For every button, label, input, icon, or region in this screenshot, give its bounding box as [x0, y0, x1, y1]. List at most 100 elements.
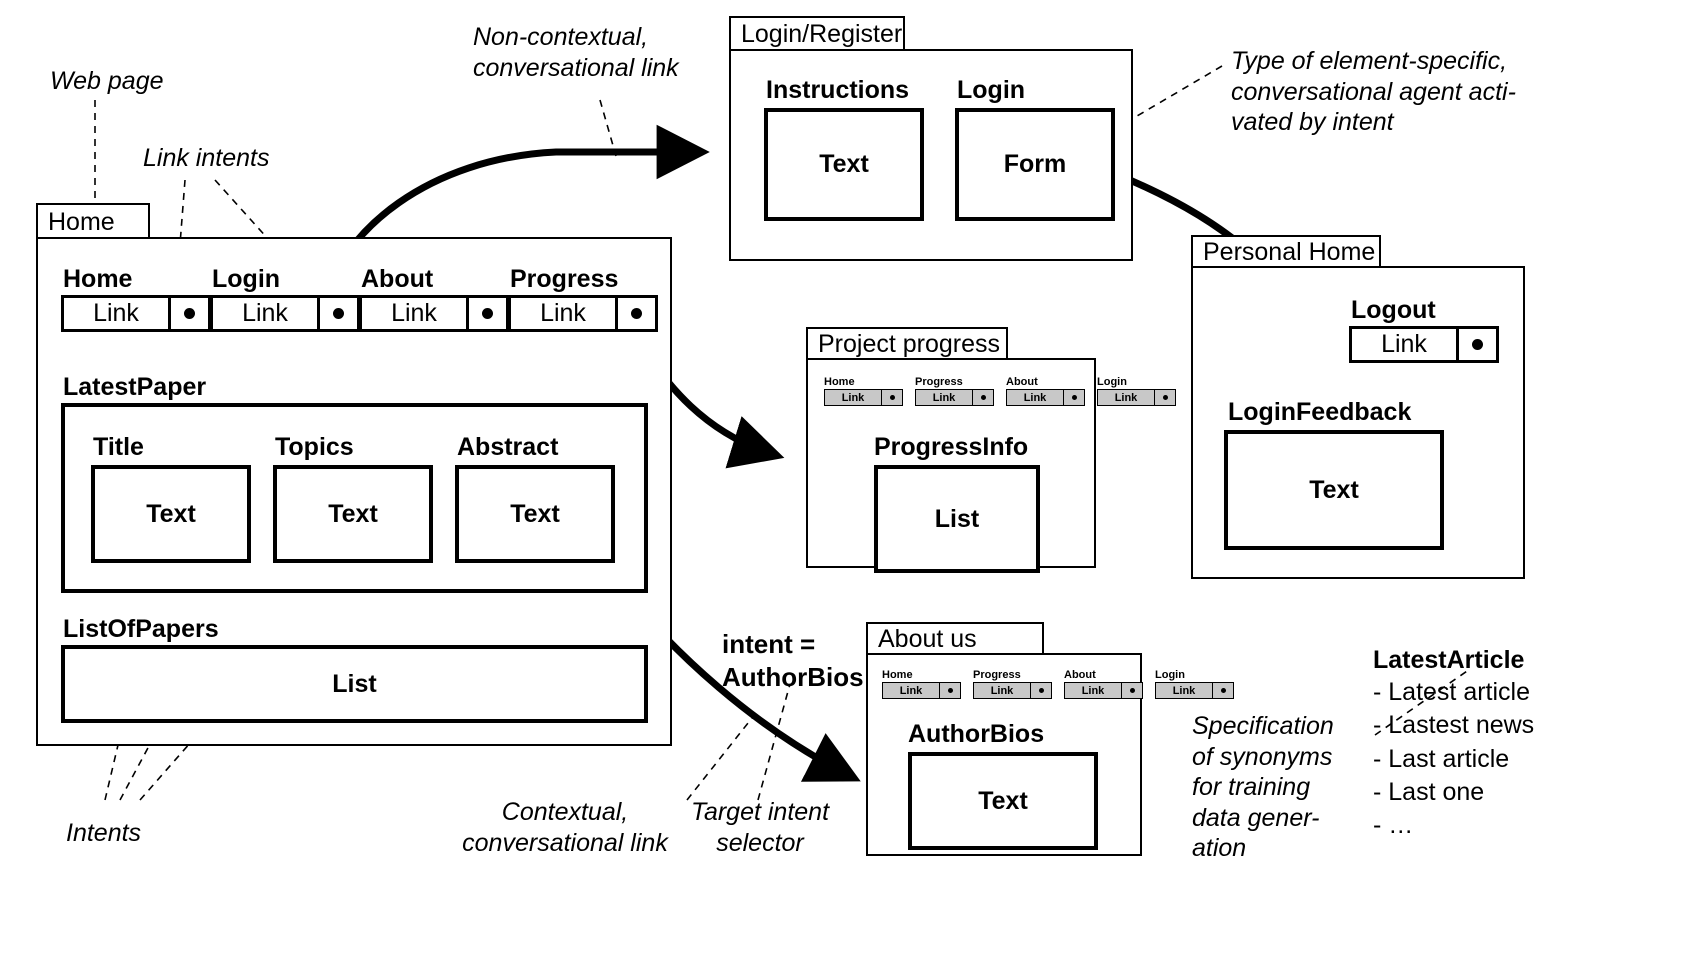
home-window-tab[interactable]: Home — [36, 203, 150, 239]
latest-paper-component: LatestPaper Title Text Topics Text Abstr… — [61, 373, 648, 593]
mini-nav-item-login-link[interactable]: Link — [1156, 683, 1212, 698]
nav-item-login-link[interactable]: Link — [213, 298, 317, 329]
mini-nav-item-login-control[interactable]: Link — [1155, 682, 1234, 699]
mini-nav-item-home[interactable]: Home Link — [882, 670, 961, 699]
about-us-window: About us Home Link Progress Link About L… — [866, 622, 1234, 856]
annotation-intents: Intents — [66, 819, 142, 847]
mini-nav-item-progress-selector[interactable] — [972, 390, 993, 405]
mini-nav-item-about-control[interactable]: Link — [1006, 389, 1085, 406]
annotation-intent-value: intent = AuthorBios — [722, 629, 864, 692]
login-register-window: Login/Register Instructions Text Login F… — [729, 16, 1133, 261]
nav-item-logout-label: Logout — [1351, 296, 1436, 324]
project-progress-window-tab[interactable]: Project progress — [806, 327, 1008, 359]
nav-item-home-link[interactable]: Link — [64, 298, 168, 329]
mini-nav-item-progress[interactable]: Progress Link — [915, 377, 994, 406]
login-feedback-box: Text — [1224, 430, 1444, 550]
author-bios-box: Text — [908, 752, 1098, 850]
mini-nav-item-login[interactable]: Login Link — [1155, 670, 1234, 699]
mini-nav-item-login-selector[interactable] — [1154, 390, 1175, 405]
login-feedback-label: LoginFeedback — [1228, 398, 1412, 426]
synonyms-list: - Latest article - Lastest news - Last a… — [1373, 678, 1535, 839]
nav-item-logout-control[interactable]: Link — [1349, 326, 1499, 363]
selector-dot-icon — [1220, 688, 1226, 693]
nav-item-about-selector[interactable] — [466, 298, 506, 329]
mini-nav-item-home-label: Home — [824, 376, 855, 388]
login-register-window-tab-label: Login/Register — [741, 19, 903, 48]
nav-item-progress-link[interactable]: Link — [511, 298, 615, 329]
login-feedback-component: LoginFeedback Text — [1224, 400, 1444, 570]
nav-item-login-selector[interactable] — [317, 298, 357, 329]
mini-nav-item-login-label: Login — [1155, 669, 1185, 681]
mini-nav-item-login[interactable]: Login Link — [1097, 377, 1176, 406]
mini-nav-item-home-control[interactable]: Link — [824, 389, 903, 406]
synonyms-title: LatestArticle — [1373, 646, 1525, 674]
mini-nav-item-home-selector[interactable] — [939, 683, 960, 698]
selector-dot-icon — [1129, 688, 1135, 693]
mini-nav-item-progress-control[interactable]: Link — [973, 682, 1052, 699]
title-field-box: Text — [91, 465, 251, 563]
personal-home-window-tab[interactable]: Personal Home — [1191, 235, 1381, 267]
login-form-box[interactable]: Form — [955, 108, 1115, 221]
progress-info-label: ProgressInfo — [874, 433, 1029, 461]
nav-item-progress-label: Progress — [510, 265, 619, 293]
topics-field-box: Text — [273, 465, 433, 563]
author-bios-label: AuthorBios — [908, 720, 1045, 748]
mini-nav-item-progress-label: Progress — [973, 669, 1021, 681]
abstract-field-label: Abstract — [457, 433, 559, 461]
annotation-link-intents: Link intents — [143, 144, 270, 172]
mini-nav-item-progress-selector[interactable] — [1030, 683, 1051, 698]
mini-nav-item-about-control[interactable]: Link — [1064, 682, 1143, 699]
nav-item-logout-link[interactable]: Link — [1352, 329, 1456, 360]
title-field-label: Title — [93, 433, 144, 461]
annotation-element-specific-agent: Type of element-specific, conversational… — [1231, 47, 1516, 136]
mini-nav-item-progress-link[interactable]: Link — [974, 683, 1030, 698]
mini-nav-item-about-link[interactable]: Link — [1065, 683, 1121, 698]
mini-nav-item-login-label: Login — [1097, 376, 1127, 388]
mini-nav-item-home-link[interactable]: Link — [825, 390, 881, 405]
about-us-window-tab[interactable]: About us — [866, 622, 1044, 654]
nav-item-logout-selector[interactable] — [1456, 329, 1496, 360]
mini-nav-item-home[interactable]: Home Link — [824, 377, 903, 406]
mini-nav-item-home-link[interactable]: Link — [883, 683, 939, 698]
nav-item-home-control[interactable]: Link — [61, 295, 211, 332]
mini-nav-item-login-selector[interactable] — [1212, 683, 1233, 698]
instructions-component: Instructions Text — [764, 78, 924, 238]
mini-nav-item-progress-link[interactable]: Link — [916, 390, 972, 405]
selector-dot-icon — [1162, 395, 1168, 400]
mini-nav-item-progress[interactable]: Progress Link — [973, 670, 1052, 699]
mini-nav-item-about-link[interactable]: Link — [1007, 390, 1063, 405]
home-window-tab-label: Home — [48, 207, 115, 236]
nav-item-progress-control[interactable]: Link — [508, 295, 658, 332]
nav-item-home-selector[interactable] — [168, 298, 208, 329]
mini-nav-item-about[interactable]: About Link — [1006, 377, 1085, 406]
nav-item-about-label: About — [361, 265, 434, 293]
annotation-contextual-link: Contextual, conversational link — [462, 798, 668, 857]
selector-dot-icon — [947, 688, 953, 693]
mini-nav-item-about-selector[interactable] — [1121, 683, 1142, 698]
mini-nav-item-login-control[interactable]: Link — [1097, 389, 1176, 406]
selector-dot-icon — [1472, 339, 1483, 350]
nav-item-login-control[interactable]: Link — [210, 295, 360, 332]
instructions-box: Text — [764, 108, 924, 221]
mini-nav-item-about[interactable]: About Link — [1064, 670, 1143, 699]
progress-info-component: ProgressInfo List — [874, 433, 1040, 573]
mini-nav-item-login-link[interactable]: Link — [1098, 390, 1154, 405]
login-form-label: Login — [957, 76, 1026, 104]
project-progress-window-tab-label: Project progress — [818, 329, 1001, 358]
instructions-label: Instructions — [766, 76, 910, 104]
mini-nav-item-home-control[interactable]: Link — [882, 682, 961, 699]
nav-item-progress-selector[interactable] — [615, 298, 655, 329]
login-register-window-tab[interactable]: Login/Register — [729, 16, 905, 50]
nav-item-about-link[interactable]: Link — [362, 298, 466, 329]
abstract-field-box: Text — [455, 465, 615, 563]
mini-nav-item-about-selector[interactable] — [1063, 390, 1084, 405]
nav-item-about-control[interactable]: Link — [359, 295, 509, 332]
selector-dot-icon — [333, 308, 344, 319]
personal-home-window-tab-label: Personal Home — [1203, 237, 1376, 266]
mini-nav-item-progress-control[interactable]: Link — [915, 389, 994, 406]
selector-dot-icon — [184, 308, 195, 319]
author-bios-component: AuthorBios Text — [908, 722, 1098, 852]
mini-nav-item-home-selector[interactable] — [881, 390, 902, 405]
list-of-papers-label: ListOfPapers — [63, 615, 219, 643]
annotation-web-page: Web page — [50, 67, 164, 95]
